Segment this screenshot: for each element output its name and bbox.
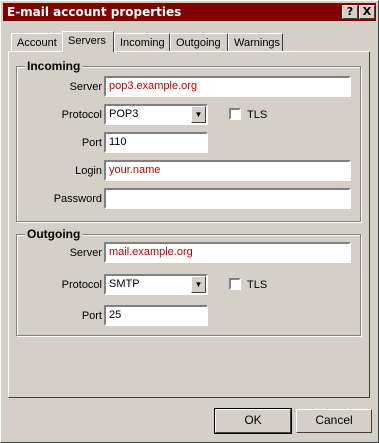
cancel-button[interactable]: Cancel	[296, 409, 372, 433]
incoming-login-label: Login	[75, 165, 102, 177]
outgoing-protocol-value: SMTP	[109, 278, 140, 290]
incoming-tls-checkbox[interactable]	[229, 108, 241, 120]
incoming-protocol-value: POP3	[109, 108, 139, 120]
tab-incoming[interactable]: Incoming	[114, 33, 170, 51]
outgoing-port-label: Port	[81, 310, 102, 322]
tab-servers-label: Servers	[68, 35, 106, 47]
incoming-group: Incoming Server pop3.example.org Protoco…	[16, 59, 361, 222]
tab-account[interactable]: Account	[11, 33, 63, 51]
outgoing-tls-checkbox[interactable]	[229, 278, 241, 290]
incoming-protocol-label: Protocol	[61, 109, 102, 121]
incoming-server-label: Server	[69, 81, 102, 93]
tab-incoming-label: Incoming	[120, 37, 165, 49]
tab-warnings[interactable]: Warnings	[228, 33, 283, 51]
chevron-down-icon[interactable]: ▼	[191, 106, 206, 123]
tab-servers[interactable]: Servers	[62, 31, 114, 52]
outgoing-port-field[interactable]: 25	[104, 305, 208, 326]
window-title: E-mail account properties	[7, 5, 182, 19]
incoming-port-label: Port	[81, 137, 102, 149]
tab-outgoing[interactable]: Outgoing	[170, 33, 228, 51]
outgoing-tls-label: TLS	[247, 279, 268, 291]
outgoing-server-label: Server	[69, 247, 102, 259]
close-button[interactable]: X	[359, 5, 375, 19]
tab-warnings-label: Warnings	[234, 37, 281, 49]
incoming-group-title: Incoming	[25, 59, 83, 73]
incoming-port-field[interactable]: 110	[104, 132, 208, 153]
outgoing-server-field[interactable]: mail.example.org	[104, 242, 351, 263]
dialog-window: E-mail account properties ? X Account Se…	[0, 0, 379, 443]
tab-account-label: Account	[17, 37, 57, 49]
outgoing-group-title: Outgoing	[25, 227, 83, 241]
outgoing-protocol-label: Protocol	[61, 279, 102, 291]
outgoing-group: Outgoing Server mail.example.org Protoco…	[16, 227, 361, 336]
help-button[interactable]: ?	[342, 5, 358, 19]
incoming-password-field[interactable]	[104, 188, 351, 209]
incoming-server-field[interactable]: pop3.example.org	[104, 76, 351, 97]
title-bar[interactable]: E-mail account properties ? X	[3, 3, 376, 21]
incoming-tls-label: TLS	[247, 109, 268, 121]
incoming-login-field[interactable]: your.name	[104, 160, 351, 181]
chevron-down-icon[interactable]: ▼	[191, 276, 206, 293]
tab-outgoing-label: Outgoing	[176, 37, 221, 49]
ok-button[interactable]: OK	[214, 408, 292, 434]
outgoing-protocol-select[interactable]: SMTP ▼	[104, 274, 208, 295]
incoming-protocol-select[interactable]: POP3 ▼	[104, 104, 208, 125]
incoming-password-label: Password	[53, 193, 102, 205]
